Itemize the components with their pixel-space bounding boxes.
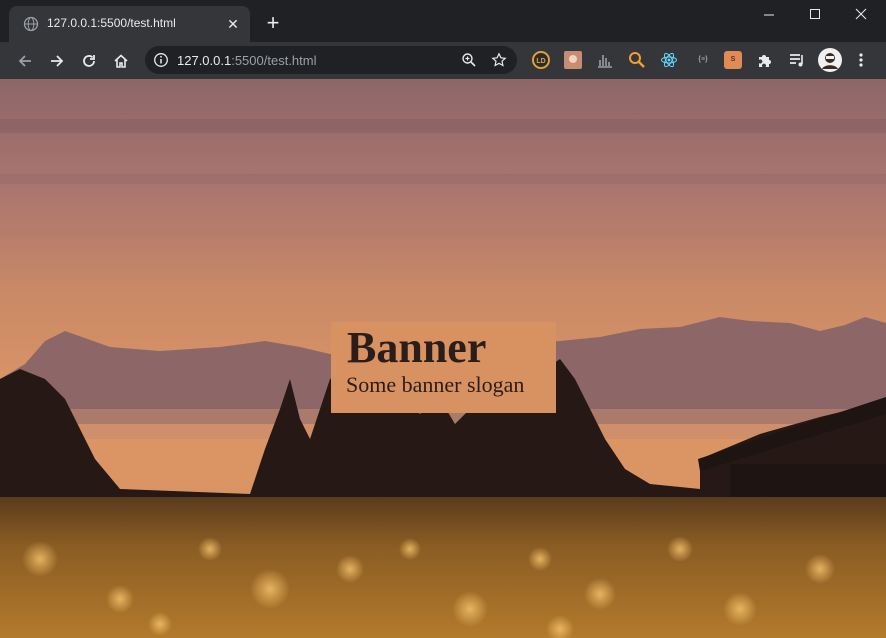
maximize-icon (810, 9, 820, 19)
address-bar[interactable]: 127.0.0.1:5500/test.html (145, 46, 517, 74)
home-icon (114, 54, 128, 68)
reload-icon (83, 55, 95, 67)
zoom-icon[interactable] (461, 52, 477, 68)
tab-title: 127.0.0.1:5500/test.html (47, 16, 176, 30)
back-button[interactable] (11, 47, 39, 75)
react-atom-icon[interactable] (660, 51, 678, 69)
forward-arrow-icon (51, 55, 64, 67)
banner-box: Banner Some banner slogan (331, 322, 556, 413)
page-viewport: Banner Some banner slogan (0, 79, 886, 638)
avatar-icon (818, 48, 842, 72)
bookmark-star-icon[interactable] (491, 52, 507, 68)
reload-button[interactable] (75, 47, 103, 75)
close-icon (855, 8, 867, 20)
url-path: :5500/test.html (231, 53, 317, 68)
new-tab-button[interactable]: + (262, 12, 284, 35)
minimize-button[interactable] (746, 0, 792, 30)
active-tab[interactable]: 127.0.0.1:5500/test.html ✕ (9, 6, 250, 42)
maximize-button[interactable] (792, 0, 838, 30)
url-host: 127.0.0.1 (177, 53, 232, 68)
title-bar: 127.0.0.1:5500/test.html ✕ + (0, 0, 886, 42)
banner-slogan: Some banner slogan (346, 372, 525, 397)
browser-toolbar: 127.0.0.1:5500/test.html LD {≡} S (0, 42, 886, 79)
home-button[interactable] (107, 47, 135, 75)
back-arrow-icon (18, 55, 31, 67)
menu-kebab-icon[interactable] (852, 51, 870, 69)
globe-icon (23, 16, 39, 32)
info-icon[interactable] (153, 52, 169, 68)
orange-square-extension-icon[interactable]: S (724, 51, 742, 69)
profile-avatar[interactable] (818, 48, 842, 72)
minimize-icon (764, 14, 774, 16)
json-viewer-icon[interactable]: {≡} (692, 51, 714, 69)
tab-close-icon[interactable]: ✕ (224, 15, 242, 33)
url-text[interactable]: 127.0.0.1:5500/test.html (177, 53, 317, 68)
lighthouse-extension-icon[interactable]: LD (532, 51, 550, 69)
banner-title: Banner (347, 323, 487, 372)
media-control-icon[interactable] (788, 51, 806, 69)
window-close-button[interactable] (838, 0, 884, 30)
profile-app-extension-icon[interactable] (564, 51, 582, 69)
chart-extension-icon[interactable] (596, 51, 614, 69)
magnifier-extension-icon[interactable] (628, 51, 646, 69)
puzzle-extensions-icon[interactable] (756, 51, 774, 69)
forward-button[interactable] (43, 47, 71, 75)
